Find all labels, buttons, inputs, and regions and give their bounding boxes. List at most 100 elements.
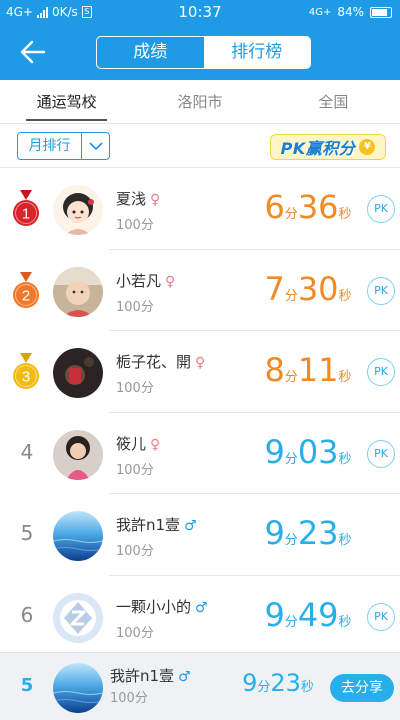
status-right: 4G+ 84% [309,5,392,19]
minutes-unit: 分 [257,680,271,695]
player-score: 100分 [116,462,154,478]
seconds: 23 [297,514,339,552]
leaderboard-row[interactable]: 5 我許n1壹 ♂ 100分 9分23秒 [0,494,400,576]
finish-time: 6分36秒 [258,188,358,226]
avatar-image [53,429,103,480]
avatar-image [53,511,103,561]
leaderboard-row[interactable]: 1 夏浅 ♀ 100分 6分36秒 PK [0,168,400,250]
avatar[interactable] [53,511,103,561]
tab-national[interactable]: 全国 [267,80,400,123]
player-score: 100分 [116,299,154,315]
minutes-unit: 分 [284,207,298,222]
scope-tabs: 通运驾校 洛阳市 全国 [0,80,400,124]
pk-button[interactable]: PK [367,358,395,386]
finish-time: 7分30秒 [258,270,358,308]
seconds: 23 [270,669,301,697]
seconds-unit: 秒 [338,207,352,222]
seconds-unit: 秒 [338,614,352,630]
minutes: 7 [264,269,285,308]
minutes: 9 [242,669,258,697]
pk-button[interactable]: PK [367,439,395,468]
leaderboard-row[interactable]: 2 小若凡 ♀ 100分 7分30秒 PK [0,250,400,331]
my-rank-bar: 5 我許n1壹 ♂ 100分 9分23秒 去分享 [0,652,400,720]
battery-percent: 84% [337,5,364,19]
finish-time: 8分11秒 [258,351,358,389]
female-icon: ♀ [195,355,206,371]
period-dropdown-label: 月排行 [18,133,82,159]
male-icon: ♂ [178,669,191,685]
leaderboard-list: 1 夏浅 ♀ 100分 6分36秒 PK 2 小若凡 ♀ 100分 7分30秒 … [0,168,400,657]
leaderboard-row[interactable]: 6 一颗小小的 ♂ 100分 9分49秒 PK [0,576,400,658]
avatar-image [53,348,103,398]
finish-time: 9分23秒 [258,514,358,552]
pk-button[interactable]: PK [367,195,395,223]
leaderboard-row[interactable]: 4 筱儿 ♀ 100分 9分03秒 PK [0,413,400,494]
avatar[interactable] [53,592,103,643]
avatar[interactable] [53,348,103,398]
female-icon: ♀ [150,436,161,453]
rank-number: 5 [20,521,34,545]
tab-city[interactable]: 洛阳市 [133,80,266,123]
back-button[interactable] [18,38,48,66]
filter-row: 月排行 PK赢积分 ¥ [0,124,400,168]
chevron-down-icon [82,133,109,159]
share-button[interactable]: 去分享 [330,674,394,702]
male-icon: ♂ [184,518,197,534]
minutes: 9 [264,595,285,634]
pk-banner-text: PK赢积分 [280,139,356,158]
pk-reward-banner[interactable]: PK赢积分 ¥ [270,134,386,160]
my-rank-number: 5 [20,675,34,696]
avatar[interactable] [53,266,103,317]
player-name: 一颗小小的 [116,597,192,616]
seconds-unit: 秒 [338,451,352,467]
avatar[interactable] [53,429,103,480]
seconds: 30 [297,269,339,308]
player-name: 栀子花、開 [116,353,192,371]
my-finish-time: 9分23秒 [228,669,328,697]
avatar-image [53,185,103,235]
tab-leaderboard[interactable]: 排行榜 [203,37,310,68]
avatar-image [53,663,103,713]
back-arrow-icon [20,40,46,64]
minutes-unit: 分 [284,370,298,385]
minutes-unit: 分 [284,451,298,467]
minutes-unit: 分 [284,533,298,548]
player-name: 筱儿 [116,434,147,453]
period-dropdown[interactable]: 月排行 [17,132,110,160]
player-name: 小若凡 [116,271,162,290]
tab-school[interactable]: 通运驾校 [0,80,133,123]
medal-gold-icon: 3 [13,353,39,389]
minutes-unit: 分 [284,288,298,304]
player-score: 100分 [116,544,154,559]
minutes-unit: 分 [284,614,298,630]
default-avatar-icon [53,592,103,643]
seconds-unit: 秒 [338,533,352,548]
pk-button[interactable]: PK [367,276,395,305]
rank-number: 6 [20,602,34,627]
seconds: 49 [297,595,339,634]
my-name: 我許n1壹 [110,667,175,685]
medal-rank-text: 1 [22,206,30,223]
seconds: 11 [297,351,339,389]
medal-rank-text: 2 [22,287,30,304]
player-score: 100分 [116,218,154,233]
male-icon: ♂ [195,599,208,616]
seconds-unit: 秒 [338,288,352,304]
seconds: 03 [297,432,339,471]
minutes: 9 [264,514,285,552]
pk-button[interactable]: PK [367,602,395,631]
player-name: 夏浅 [116,190,147,208]
rank-number: 4 [20,439,34,464]
my-avatar[interactable] [53,663,103,713]
my-score: 100分 [110,691,148,706]
header-segmented-control: 成绩 排行榜 [96,36,311,69]
tab-scores[interactable]: 成绩 [97,37,204,68]
seconds-unit: 秒 [338,370,352,385]
avatar[interactable] [53,185,103,235]
seconds: 36 [297,188,339,226]
player-score: 100分 [116,625,154,641]
leaderboard-row[interactable]: 3 栀子花、開 ♀ 100分 8分11秒 PK [0,331,400,413]
finish-time: 9分49秒 [258,596,358,634]
coin-icon: ¥ [359,139,376,155]
minutes: 8 [264,351,285,389]
